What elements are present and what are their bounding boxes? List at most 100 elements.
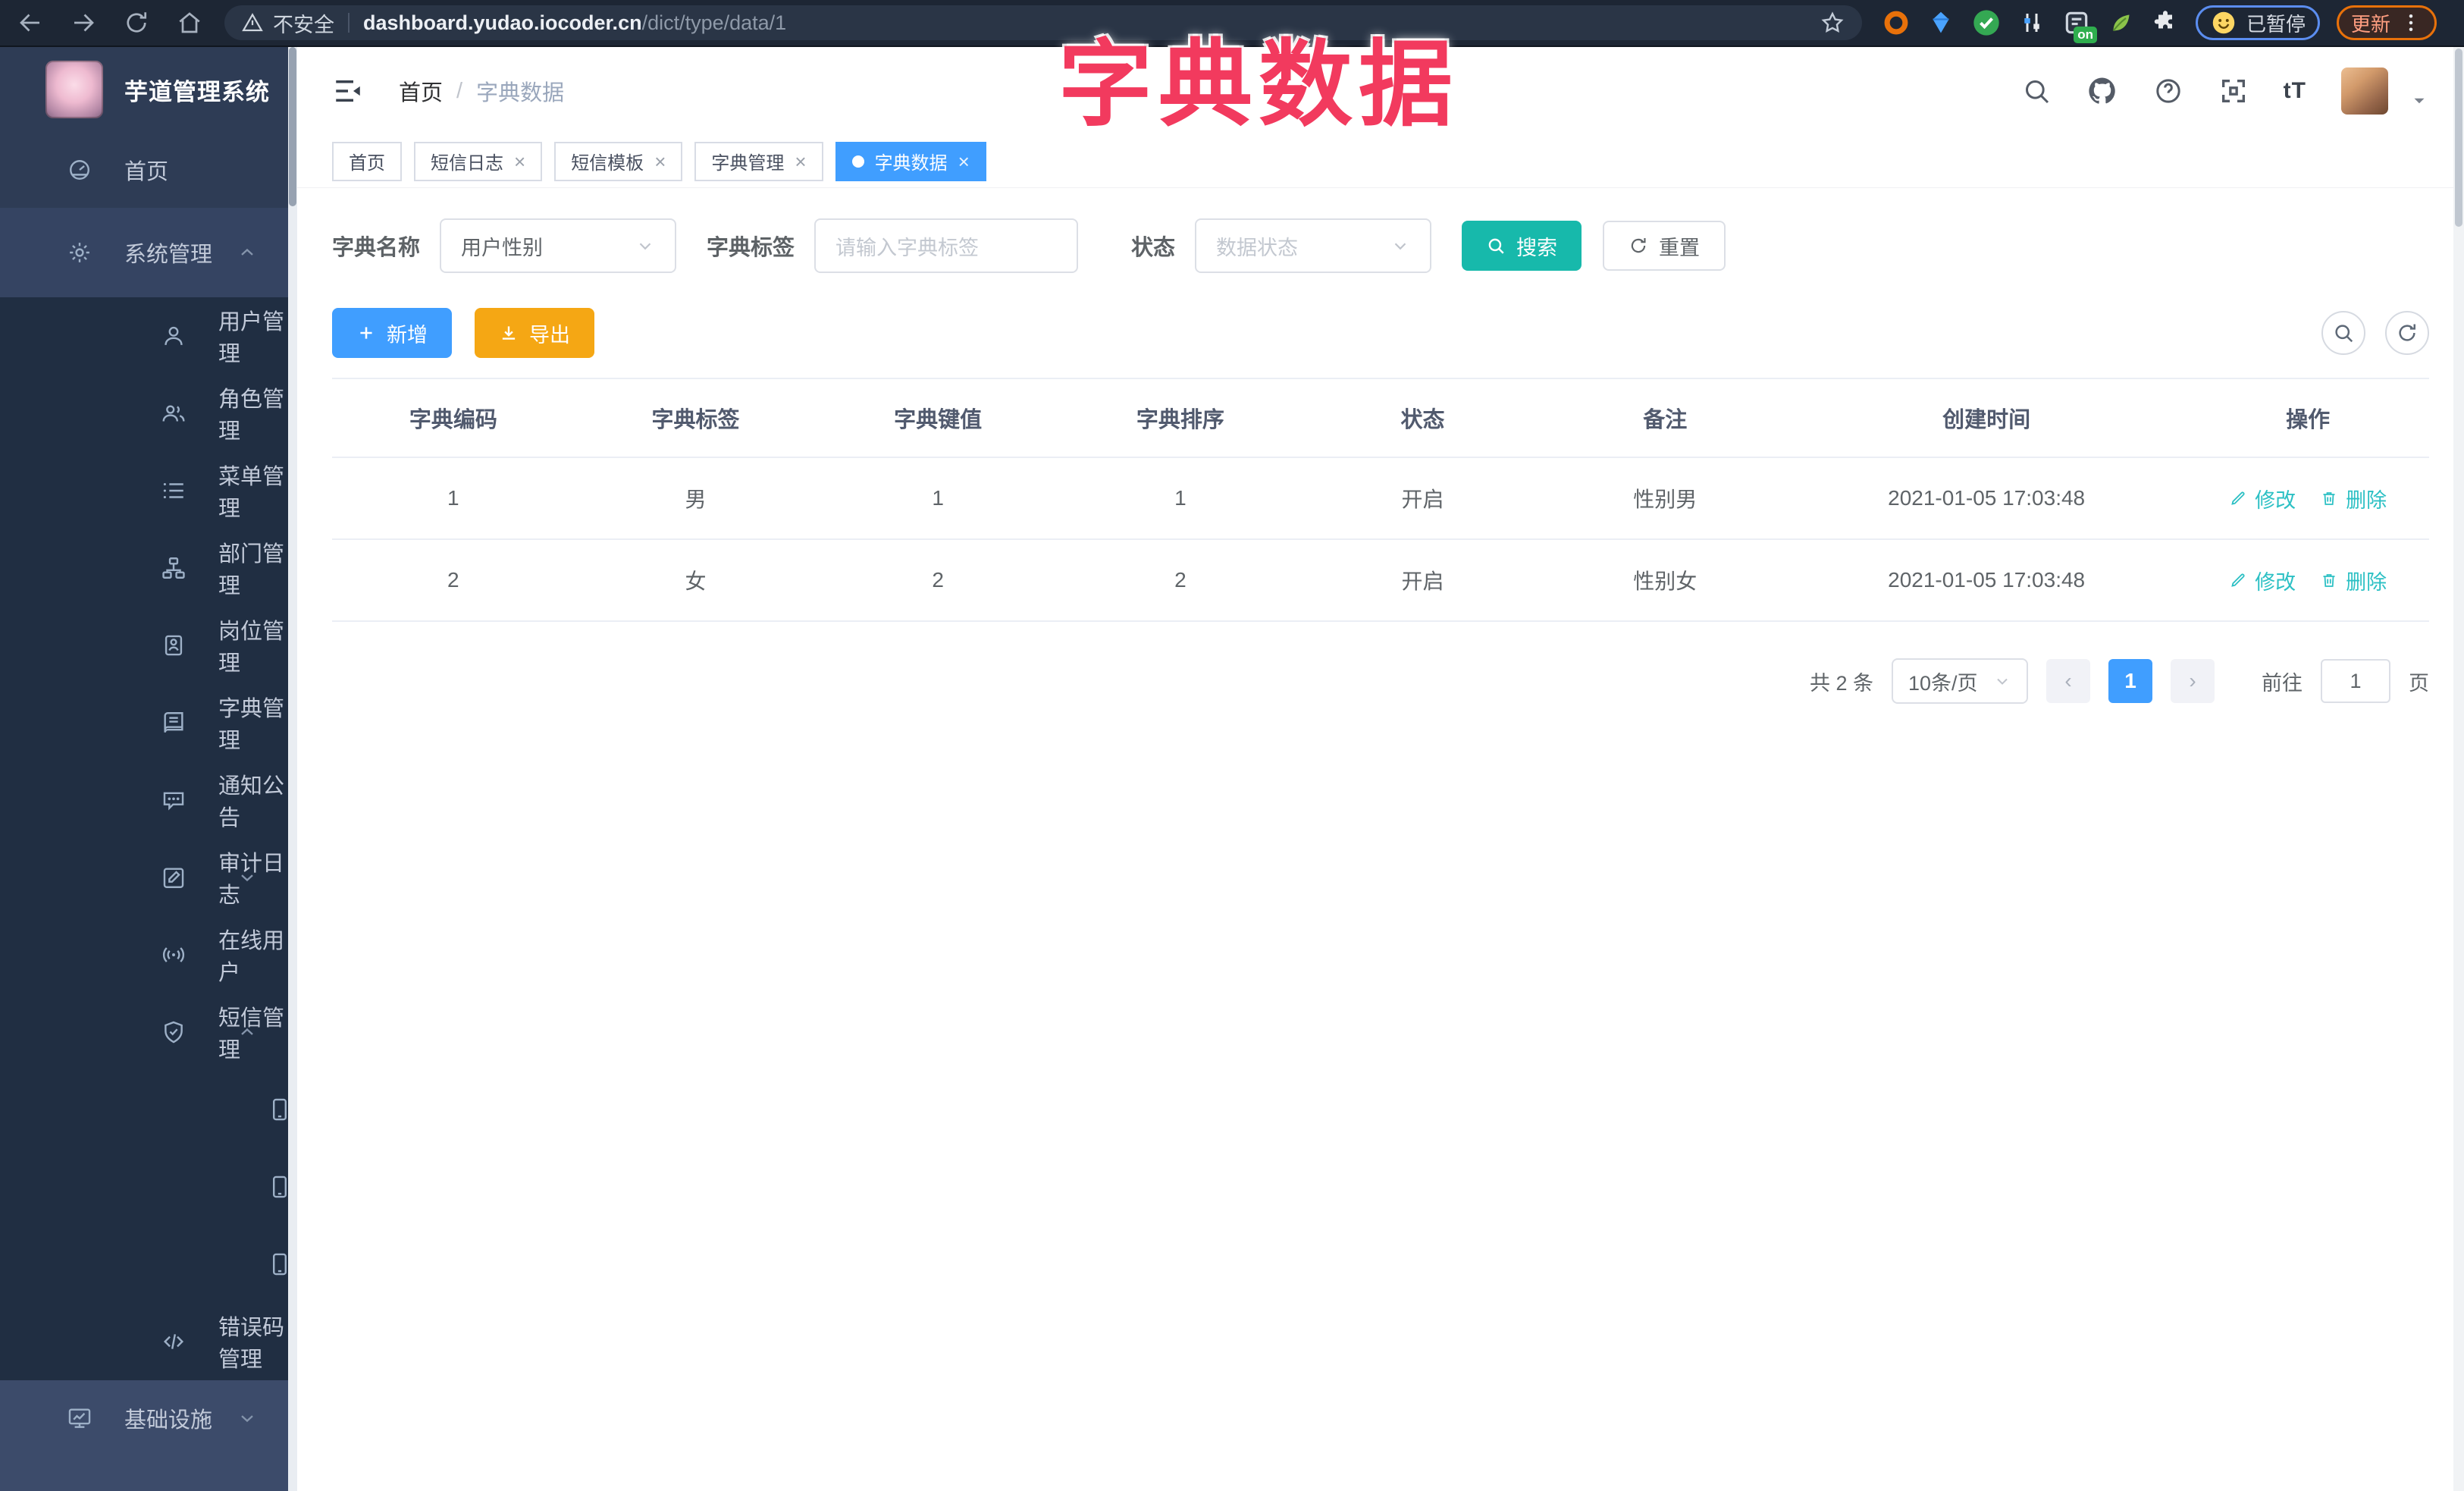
column-header: 操作: [2187, 378, 2429, 458]
extension-check-icon[interactable]: [1971, 8, 2002, 38]
back-icon[interactable]: [17, 9, 44, 36]
sidebar-scrollbar[interactable]: [288, 47, 297, 1491]
plus-icon: [356, 323, 376, 343]
sidebar-item-home[interactable]: 首页: [0, 132, 297, 208]
export-button[interactable]: 导出: [475, 308, 594, 358]
forward-icon[interactable]: [70, 9, 97, 36]
edit-link[interactable]: 修改: [2229, 484, 2296, 513]
update-label: 更新: [2351, 12, 2391, 36]
extension-sliders-icon[interactable]: [2018, 9, 2045, 36]
chevron-down-icon: [635, 236, 655, 256]
sidebar-item-shield[interactable]: 短信管理: [0, 993, 297, 1071]
pencil-icon: [2229, 489, 2247, 507]
url-path: /dict/type/data/1: [641, 11, 787, 34]
home-icon[interactable]: [176, 9, 203, 36]
sidebar-item-list[interactable]: 菜单管理: [0, 452, 297, 529]
tab-3[interactable]: 字典管理 ×: [694, 141, 823, 181]
delete-link[interactable]: 删除: [2320, 566, 2387, 595]
sidebar-menu: 首页 系统管理 用户管理 角色管理 菜单管理 部门管理 岗位管理 字典管理 通知公告 审计日志 在线…: [0, 132, 297, 1491]
sidebar-item-user[interactable]: 用户管理: [0, 297, 297, 375]
download-icon: [499, 323, 519, 343]
font-size-icon[interactable]: tT: [2284, 78, 2306, 104]
sidebar: 芋道管理系统 首页 系统管理 用户管理 角色管理 菜单管理 部门管理 岗位管理 字典管理 通知公…: [0, 47, 297, 1491]
home-icon: [67, 157, 92, 183]
fullscreen-icon[interactable]: [2218, 76, 2249, 106]
edit-link[interactable]: 修改: [2229, 566, 2296, 595]
reset-button[interactable]: 重置: [1603, 221, 1726, 271]
tab-close-icon[interactable]: ×: [654, 152, 666, 171]
add-button[interactable]: 新增: [332, 308, 452, 358]
table-cell: 开启: [1301, 539, 1544, 622]
page-1-button[interactable]: 1: [2108, 659, 2152, 703]
collapse-sidebar-icon[interactable]: [332, 75, 364, 107]
extension-ring-icon[interactable]: [1882, 8, 1911, 37]
sidebar-item-tree[interactable]: 部门管理: [0, 529, 297, 607]
table-cell: 2021-01-05 17:03:48: [1786, 539, 2187, 622]
sidebar-item-phone[interactable]: 短信日志: [0, 1226, 297, 1303]
sidebar-logo-row[interactable]: 芋道管理系统: [0, 47, 297, 132]
reload-icon[interactable]: [123, 9, 150, 36]
paused-label: 已暂停: [2246, 12, 2306, 36]
table-cell: 性别男: [1544, 457, 1787, 540]
goto-page-input[interactable]: 1: [2321, 659, 2390, 703]
sidebar-item-code[interactable]: 错误码管理: [0, 1303, 297, 1380]
page-size-select[interactable]: 10条/页: [1892, 658, 2028, 704]
chevron-down-icon: [1993, 672, 2011, 690]
app-title: 芋道管理系统: [124, 78, 270, 105]
sidebar-item-book[interactable]: 字典管理: [0, 684, 297, 761]
chrome-update-pill[interactable]: 更新: [2337, 5, 2437, 40]
bookmark-star-icon[interactable]: [1820, 10, 1845, 36]
help-icon[interactable]: [2153, 76, 2183, 106]
chevron-down-icon[interactable]: [2409, 91, 2429, 111]
profile-paused-pill[interactable]: 已暂停: [2196, 5, 2321, 40]
extension-gem-icon[interactable]: [1927, 9, 1955, 36]
active-dot: [851, 155, 864, 168]
toggle-search-button[interactable]: [2321, 311, 2365, 355]
sidebar-item-phone[interactable]: 短信模板: [0, 1148, 297, 1226]
app-logo: [45, 61, 103, 118]
status-select[interactable]: 数据状态: [1195, 218, 1432, 273]
extension-puzzle-icon[interactable]: [2152, 9, 2179, 36]
refresh-table-button[interactable]: [2385, 311, 2429, 355]
page-scrollbar[interactable]: [2453, 47, 2464, 1491]
prev-page-button[interactable]: ‹: [2046, 659, 2090, 703]
chevron-down-icon: [237, 867, 258, 888]
actions-cell: 修改 删除: [2187, 539, 2429, 622]
sidebar-item-users[interactable]: 角色管理: [0, 375, 297, 452]
badge-icon: [161, 632, 187, 658]
extension-leaf-icon[interactable]: [2108, 9, 2135, 36]
filter-form: 字典名称 用户性别 字典标签 请输入字典标签 状态 数据状态 搜索 重置: [332, 218, 2429, 273]
avatar[interactable]: [2341, 67, 2388, 115]
tab-close-icon[interactable]: ×: [514, 152, 525, 171]
dict-label-input[interactable]: 请输入字典标签: [814, 218, 1079, 273]
table-cell: 2: [1059, 539, 1302, 622]
column-header: 字典标签: [574, 378, 817, 458]
tab-close-icon[interactable]: ×: [795, 152, 806, 171]
table-cell: 1: [817, 457, 1060, 540]
next-page-button[interactable]: ›: [2171, 659, 2215, 703]
breadcrumb-home[interactable]: 首页: [399, 75, 443, 107]
trash-icon: [2320, 489, 2338, 507]
search-button[interactable]: 搜索: [1462, 221, 1582, 271]
kebab-menu-icon[interactable]: [2400, 11, 2422, 34]
tab-close-icon[interactable]: ×: [958, 152, 970, 171]
sidebar-item-monitor[interactable]: 基础设施: [0, 1380, 297, 1456]
sidebar-item-phone[interactable]: 短信渠道: [0, 1071, 297, 1148]
tab-2[interactable]: 短信模板 ×: [554, 141, 683, 181]
sidebar-item-audit[interactable]: 审计日志: [0, 839, 297, 916]
goto-label: 前往: [2262, 671, 2303, 695]
tab-4[interactable]: 字典数据 ×: [835, 141, 986, 181]
monitor-icon: [67, 1405, 92, 1431]
tab-1[interactable]: 短信日志 ×: [414, 141, 543, 181]
extension-on-icon[interactable]: on: [2062, 8, 2097, 43]
dict-name-select[interactable]: 用户性别: [440, 218, 677, 273]
sidebar-item-badge[interactable]: 岗位管理: [0, 607, 297, 684]
sidebar-item-online[interactable]: 在线用户: [0, 916, 297, 993]
sidebar-item-gear[interactable]: 系统管理: [0, 208, 297, 297]
sidebar-item-bubble[interactable]: 通知公告: [0, 761, 297, 839]
tab-0[interactable]: 首页: [332, 141, 402, 181]
github-icon[interactable]: [2086, 75, 2118, 107]
address-bar[interactable]: 不安全 dashboard.yudao.iocoder.cn/dict/type…: [224, 5, 1862, 40]
search-icon[interactable]: [2021, 76, 2052, 106]
delete-link[interactable]: 删除: [2320, 484, 2387, 513]
